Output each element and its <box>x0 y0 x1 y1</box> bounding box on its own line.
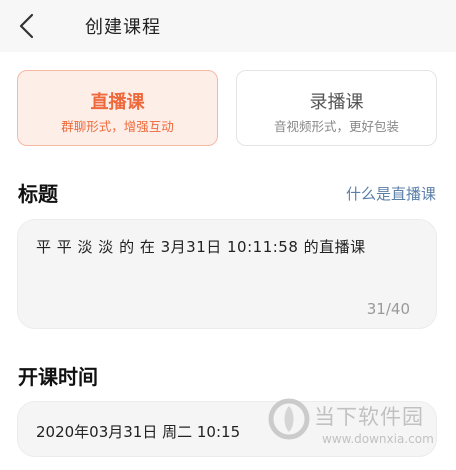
app-header: 创建课程 <box>0 0 456 52</box>
recorded-course-option[interactable]: 录播课 音视频形式，更好包装 <box>236 70 437 146</box>
course-title-input[interactable]: 平 平 淡 淡 的 在 3月31日 10:11:58 的直播课 31/40 <box>17 219 437 329</box>
course-type-selector: 直播课 群聊形式，增强互动 录播课 音视频形式，更好包装 <box>0 52 456 160</box>
title-heading: 标题 <box>18 182 58 206</box>
option-description: 音视频形式，更好包装 <box>273 119 399 134</box>
option-name: 录播课 <box>309 92 364 113</box>
option-name: 直播课 <box>90 92 145 113</box>
back-arrow-icon[interactable] <box>14 11 42 41</box>
start-time-heading: 开课时间 <box>18 365 98 389</box>
option-description: 群聊形式，增强互动 <box>61 119 174 134</box>
watermark-name: 当下软件园 <box>314 405 424 429</box>
what-is-live-link[interactable]: 什么是直播课 <box>346 183 436 204</box>
course-title-value: 平 平 淡 淡 的 在 3月31日 10:11:58 的直播课 <box>36 238 366 256</box>
watermark-url: www.downxia.com <box>322 432 434 446</box>
start-time-value: 2020年03月31日 周二 10:15 <box>36 423 241 441</box>
page-title: 创建课程 <box>85 17 161 38</box>
character-counter: 31/40 <box>366 300 410 318</box>
watermark: 当下软件园 www.downxia.com <box>268 398 438 458</box>
watermark-logo-icon <box>268 398 310 440</box>
live-course-option[interactable]: 直播课 群聊形式，增强互动 <box>17 70 218 146</box>
